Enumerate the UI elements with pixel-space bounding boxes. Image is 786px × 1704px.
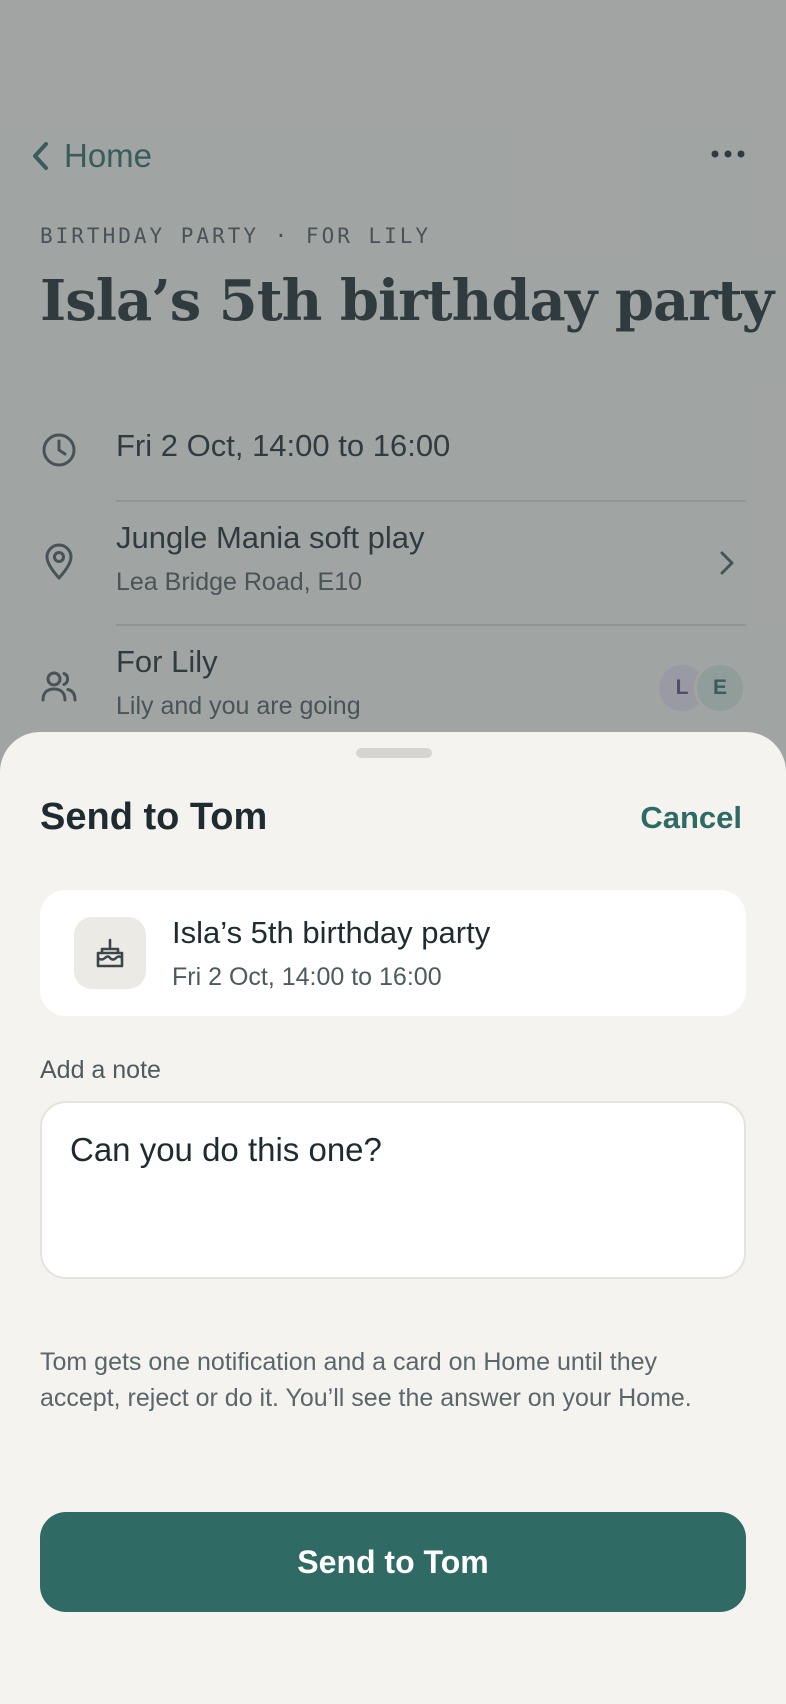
sheet-header: Send to Tom Cancel [40,796,742,839]
sheet-grabber[interactable] [356,748,432,758]
info-text: Tom gets one notification and a card on … [40,1348,692,1412]
cancel-button[interactable]: Cancel [640,800,742,836]
send-button[interactable]: Send to Tom [40,1512,746,1612]
card-title: Isla’s 5th birthday party [172,914,491,950]
event-card: Isla’s 5th birthday party Fri 2 Oct, 14:… [40,890,746,1016]
note-label: Add a note [40,1056,161,1084]
cake-icon [74,917,146,989]
send-sheet: Send to Tom Cancel Isla’s 5th birthday p… [0,732,786,1704]
note-field[interactable]: Can you do this one? [40,1101,746,1279]
sheet-title: Send to Tom [40,796,268,838]
card-subtitle: Fri 2 Oct, 14:00 to 16:00 [172,962,442,991]
card-text: Isla’s 5th birthday party Fri 2 Oct, 14:… [172,915,490,992]
